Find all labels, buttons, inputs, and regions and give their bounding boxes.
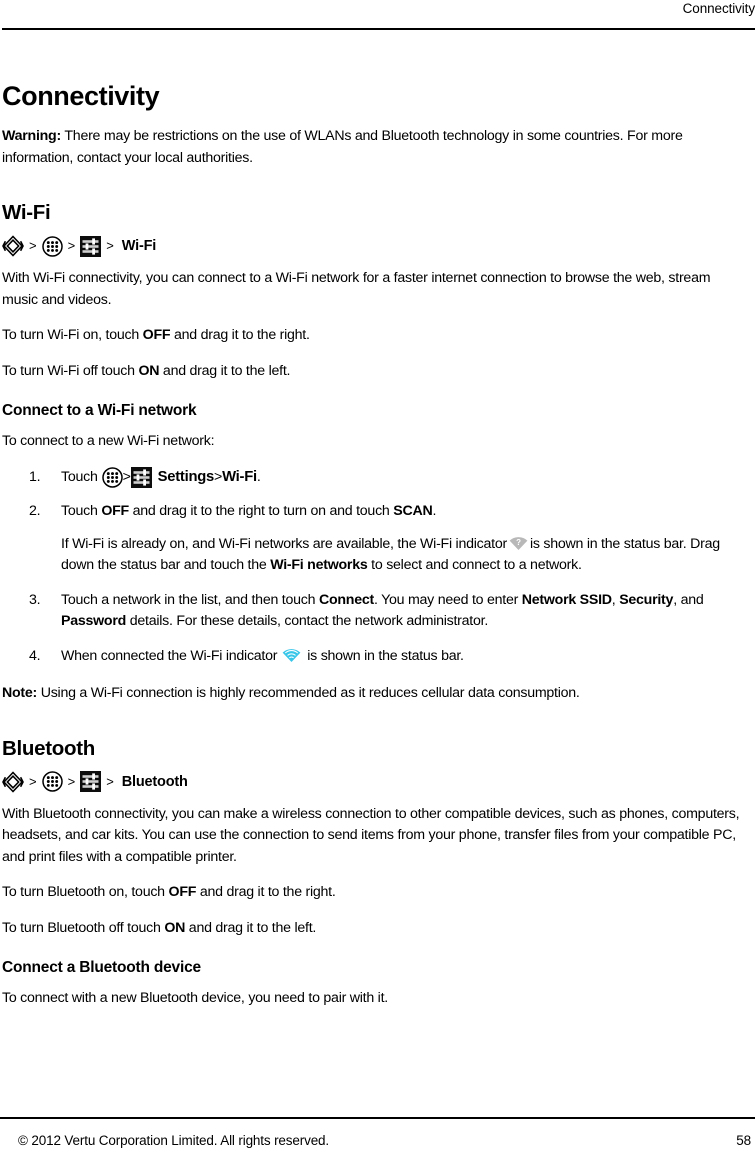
step-3-bold-security: Security: [619, 591, 674, 608]
section-heading-bluetooth: Bluetooth: [2, 736, 95, 760]
breadcrumb-separator: >: [29, 773, 37, 789]
section-heading-wifi: Wi-Fi: [2, 201, 51, 224]
step-4-post: is shown in the status bar.: [307, 647, 464, 664]
app-drawer-icon: [41, 771, 63, 792]
step-2-pre: Touch: [61, 503, 102, 519]
wifi-turn-on-bold: OFF: [142, 327, 171, 343]
bluetooth-turn-on-bold: OFF: [168, 884, 197, 900]
bluetooth-turn-on-pre: To turn Bluetooth on, touch: [2, 884, 169, 900]
step-1-touch-label: Touch: [61, 468, 98, 485]
wifi-turn-on-pre: To turn Wi-Fi on, touch: [2, 327, 143, 343]
bluetooth-turn-off-bold: ON: [164, 919, 186, 936]
list-item: Touch a network in the list, and then to…: [2, 590, 745, 633]
step-3-post: details. For these details, contact the …: [126, 613, 489, 629]
wifi-turn-off-bold: ON: [138, 362, 160, 379]
breadcrumb-separator: >: [29, 238, 37, 253]
breadcrumb-separator: >: [214, 468, 223, 485]
subsection-heading-connect-wifi: Connect to a Wi-Fi network: [2, 402, 197, 419]
list-item: Touch > Settings > Wi-Fi .: [2, 467, 745, 489]
wifi-turn-on-post: and drag it to the right.: [170, 327, 310, 343]
step-2-bold-off: OFF: [101, 503, 129, 519]
note-text: Using a Wi-Fi connection is highly recom…: [37, 685, 580, 701]
page-header: Connectivity: [2, 0, 755, 30]
bluetooth-turn-on-post: and drag it to the right.: [196, 884, 336, 900]
list-item: When connected the Wi-Fi indicator is sh…: [2, 646, 745, 668]
settings-icon: [80, 771, 102, 792]
step-2-sub-post: to select and connect to a network.: [367, 557, 582, 573]
wifi-turn-off-pre: To turn Wi-Fi off touch: [2, 362, 139, 379]
app-drawer-icon: [101, 467, 123, 488]
step-2-mid: and drag it to the right to turn on and …: [128, 503, 394, 519]
wifi-indicator-connected-icon: [282, 648, 301, 663]
app-drawer-icon: [41, 235, 63, 257]
step-1-settings-label: Settings: [157, 468, 215, 485]
breadcrumb-separator: >: [67, 773, 76, 789]
step-1-period: .: [256, 468, 261, 485]
bluetooth-turn-off-post: and drag it to the left.: [185, 919, 317, 936]
note-label: Note:: [2, 685, 38, 701]
svg-text:?: ?: [516, 538, 521, 547]
footer-page-number: 58: [736, 1133, 751, 1148]
breadcrumb-separator: >: [106, 238, 114, 253]
list-item: Touch OFF and drag it to the right to tu…: [2, 501, 745, 577]
breadcrumb-bluetooth: > > > Bluetooth: [2, 770, 745, 793]
warning-text: There may be restrictions on the use of …: [2, 128, 683, 166]
wifi-note-paragraph: Note: Using a Wi-Fi connection is highly…: [2, 683, 745, 705]
settings-icon: [80, 235, 102, 257]
bluetooth-turn-off-paragraph: To turn Bluetooth off touch ON and drag …: [2, 918, 745, 940]
header-title: Connectivity: [682, 1, 755, 16]
breadcrumb-separator: >: [106, 773, 114, 789]
page-footer: © 2012 Vertu Corporation Limited. All ri…: [2, 1130, 753, 1152]
page-title: Connectivity: [2, 81, 160, 111]
step-1-line: Touch > Settings > Wi-Fi .: [61, 466, 745, 489]
step-2-post: .: [432, 503, 437, 519]
wifi-indicator-unknown-icon: ?: [509, 536, 528, 551]
step-2-sub-paragraph: If Wi-Fi is already on, and Wi-Fi networ…: [61, 534, 745, 577]
step-1-wifi-label: Wi-Fi: [222, 468, 257, 485]
step-3-pre: Touch a network in the list, and then to…: [61, 591, 319, 608]
step-3-bold-password: Password: [61, 613, 127, 629]
wifi-turn-off-post: and drag it to the left.: [159, 362, 291, 379]
settings-icon: [130, 466, 152, 488]
step-2-sub-bold: Wi-Fi networks: [270, 557, 368, 573]
bluetooth-turn-off-pre: To turn Bluetooth off touch: [2, 919, 165, 936]
wifi-steps-list: Touch > Settings > Wi-Fi . Touch OFF and…: [2, 467, 745, 668]
step-3-bold-connect: Connect: [318, 591, 374, 608]
step-2-sub-pre: If Wi-Fi is already on, and Wi-Fi networ…: [61, 535, 507, 552]
step-4-pre: When connected the Wi-Fi indicator: [61, 647, 278, 664]
wifi-turn-off-paragraph: To turn Wi-Fi off touch ON and drag it t…: [2, 361, 745, 383]
wifi-intro-paragraph: With Wi-Fi connectivity, you can connect…: [2, 270, 711, 308]
bluetooth-turn-on-paragraph: To turn Bluetooth on, touch OFF and drag…: [2, 882, 745, 904]
vertu-diamond-icon: [2, 770, 24, 793]
footer-rule: [0, 1117, 755, 1119]
breadcrumb-separator: >: [67, 238, 76, 253]
step-3-mid1: . You may need to enter: [373, 591, 522, 608]
subsection-heading-connect-bluetooth: Connect a Bluetooth device: [2, 959, 201, 976]
breadcrumb-target-label: Wi-Fi: [121, 238, 157, 254]
warning-paragraph: Warning: There may be restrictions on th…: [2, 126, 745, 169]
bluetooth-intro-paragraph: With Bluetooth connectivity, you can mak…: [2, 805, 740, 865]
breadcrumb-separator: >: [122, 468, 131, 485]
step-2-bold-scan: SCAN: [393, 503, 433, 519]
warning-label: Warning:: [2, 128, 61, 144]
breadcrumb-target-label: Bluetooth: [121, 773, 188, 790]
wifi-connect-intro: To connect to a new Wi-Fi network:: [2, 433, 215, 449]
document-page: Connectivity Connectivity Warning: There…: [0, 0, 755, 1162]
step-3-bold-ssid: Network SSID: [521, 591, 612, 608]
vertu-diamond-icon: [2, 235, 24, 257]
page-content: Connectivity Warning: There may be restr…: [2, 30, 745, 1010]
bluetooth-connect-intro: To connect with a new Bluetooth device, …: [2, 990, 388, 1006]
breadcrumb-wifi: > > > Wi-Fi: [2, 235, 745, 257]
footer-copyright: © 2012 Vertu Corporation Limited. All ri…: [18, 1133, 330, 1148]
step-3-mid3: , and: [673, 591, 704, 608]
wifi-turn-on-paragraph: To turn Wi-Fi on, touch OFF and drag it …: [2, 325, 745, 347]
